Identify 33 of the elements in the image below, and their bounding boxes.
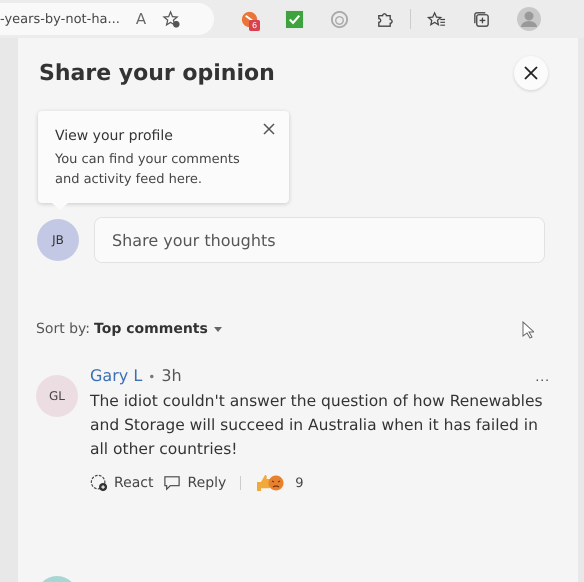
- emoji-add-icon: [90, 474, 108, 492]
- more-button[interactable]: ...: [535, 368, 550, 384]
- commenter-avatar[interactable]: GL: [36, 375, 78, 417]
- sort-label: Sort by:: [36, 321, 90, 337]
- reaction-count: 9: [295, 476, 304, 490]
- close-icon: [524, 66, 538, 80]
- author-name[interactable]: Gary L: [90, 366, 142, 385]
- reactions-icon[interactable]: [255, 473, 286, 493]
- reply-button[interactable]: Reply: [163, 475, 226, 491]
- sort-dropdown[interactable]: Top comments: [90, 321, 222, 337]
- read-aloud-button[interactable]: A: [136, 10, 146, 28]
- checkmark-icon[interactable]: [285, 10, 304, 28]
- close-icon: [263, 123, 275, 135]
- favorites-icon[interactable]: [427, 10, 446, 28]
- panel-title: Share your opinion: [39, 60, 275, 86]
- tooltip-text: You can find your comments and activity feed here.: [55, 151, 241, 189]
- separator-dot: •: [148, 370, 156, 384]
- comment-input[interactable]: Share your thoughts: [94, 217, 545, 263]
- notification-badge: 6: [249, 20, 260, 30]
- comment-text: The idiot couldn't answer the question of how Renewables and Storage will succeed in Australia when it has failed in all other countries!: [90, 391, 544, 460]
- tooltip-close-button[interactable]: [263, 123, 275, 135]
- address-text: -years-by-not-ha...: [0, 12, 120, 26]
- user-avatar[interactable]: JB: [37, 219, 79, 261]
- star-add-icon[interactable]: [162, 10, 182, 28]
- speech-bubble-icon: [163, 475, 182, 491]
- close-button[interactable]: [514, 56, 548, 90]
- address-bar[interactable]: -years-by-not-ha... A: [0, 3, 214, 35]
- comment-time: 3h: [161, 366, 182, 385]
- pointer-icon: [522, 321, 534, 339]
- caret-icon: [214, 326, 222, 332]
- collections-icon[interactable]: [472, 10, 491, 28]
- react-button[interactable]: React: [90, 474, 154, 492]
- tooltip-title: View your profile: [55, 128, 174, 144]
